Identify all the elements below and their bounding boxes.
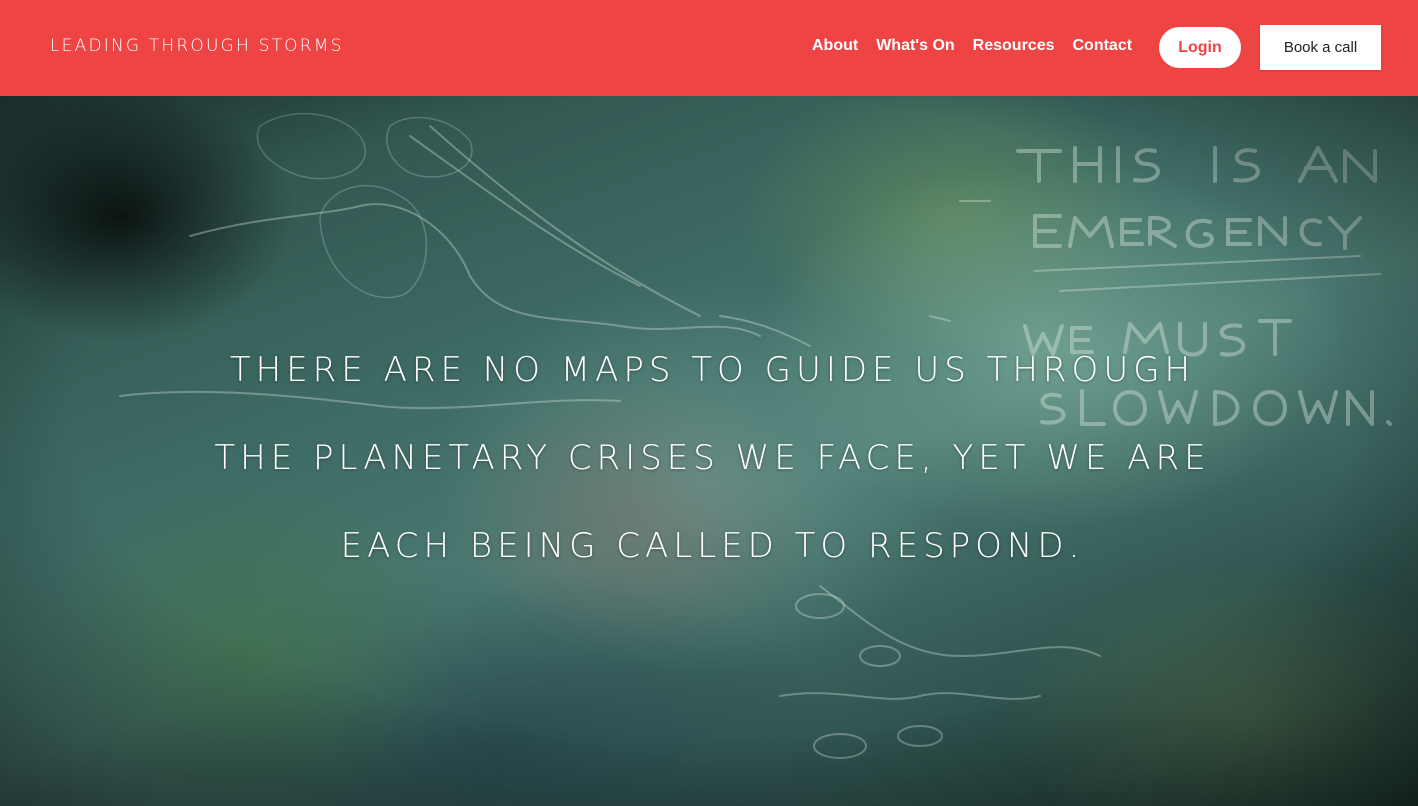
site-header: LEADING THROUGH STORMS About What's On R… (0, 0, 1418, 96)
site-logo[interactable]: LEADING THROUGH STORMS (50, 36, 344, 56)
book-a-call-button[interactable]: Book a call (1260, 25, 1381, 70)
hero-headline: There are no maps to guide us through th… (214, 350, 1211, 566)
nav-resources[interactable]: Resources (973, 37, 1055, 55)
main-nav: About What's On Resources Contact (812, 37, 1132, 55)
hero-section: There are no maps to guide us through th… (0, 96, 1418, 806)
login-button[interactable]: Login (1159, 27, 1241, 68)
nav-whats-on[interactable]: What's On (876, 37, 954, 55)
nav-contact[interactable]: Contact (1073, 37, 1133, 55)
nav-about[interactable]: About (812, 37, 858, 55)
